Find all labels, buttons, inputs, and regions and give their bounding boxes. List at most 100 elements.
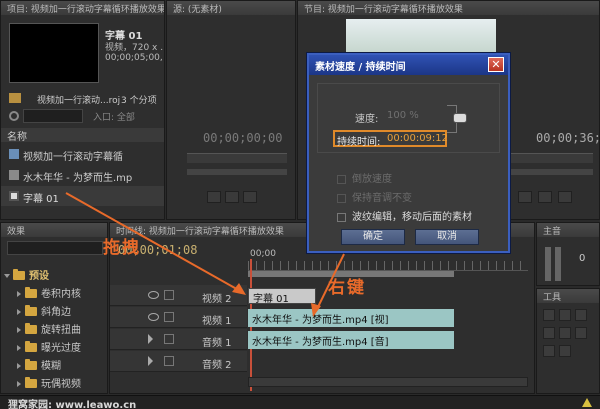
project-panel-tab[interactable]: 项目: 视频加一行滚动字幕循环播放效果 (1, 1, 164, 15)
source-monitor-panel: 源: (无素材) 00;00;00;00 (166, 0, 296, 220)
time-ruler[interactable] (248, 261, 528, 271)
chevron-down-icon[interactable] (4, 274, 10, 278)
track-header-video-2[interactable]: 视频 2 (110, 285, 247, 306)
column-header-name[interactable]: 名称 (1, 128, 164, 143)
lock-icon[interactable] (164, 356, 174, 366)
source-step-button[interactable] (225, 191, 239, 203)
effect-folder[interactable]: 玩偶视频 (17, 375, 81, 390)
eye-icon[interactable] (148, 291, 159, 299)
effect-folder-label: 玩偶视频 (41, 379, 81, 390)
list-item-label: 水木年华 - 为梦而生.mp (23, 173, 133, 184)
slip-tool-icon[interactable] (559, 327, 571, 339)
lock-icon[interactable] (164, 334, 174, 344)
chevron-right-icon[interactable] (17, 291, 21, 297)
folder-icon (25, 359, 37, 370)
speaker-icon[interactable] (148, 356, 158, 366)
program-button[interactable] (518, 191, 532, 203)
pen-tool-icon[interactable] (575, 327, 587, 339)
ok-button[interactable]: 确定 (341, 229, 405, 245)
source-scroll-bar[interactable] (187, 169, 287, 175)
close-icon[interactable]: ✕ (488, 57, 504, 72)
speed-value[interactable]: 100 % (387, 110, 419, 121)
link-icon[interactable] (453, 113, 467, 123)
lock-icon[interactable] (164, 290, 174, 300)
list-item[interactable]: 视频加一行滚动字幕循 (1, 144, 164, 164)
speaker-icon[interactable] (148, 334, 158, 344)
source-timeline-bar[interactable] (187, 153, 287, 163)
program-button[interactable] (538, 191, 552, 203)
effects-panel-tab[interactable]: 效果 (1, 223, 107, 237)
folder-icon (25, 287, 37, 298)
search-icon[interactable] (9, 111, 19, 121)
ripple-edit-tool-icon[interactable] (575, 309, 587, 321)
effect-folder[interactable]: 曝光过度 (17, 339, 81, 354)
clip-label: 水木年华 - 为梦而生.mp4 [视] (252, 315, 389, 326)
hand-tool-icon[interactable] (543, 345, 555, 357)
eye-icon[interactable] (148, 313, 159, 321)
list-item-label: 视频加一行滚动字幕循 (23, 152, 123, 163)
chevron-right-icon[interactable] (17, 327, 21, 333)
warning-icon (582, 398, 592, 407)
source-timecode[interactable]: 00;00;00;00 (203, 131, 282, 145)
track-header-audio-2[interactable]: 音频 2 (110, 351, 247, 372)
timeline-scrollbar[interactable] (248, 377, 528, 387)
effect-folder[interactable]: 模糊 (17, 357, 61, 372)
drag-annotation: 拖拽 (103, 238, 141, 258)
in-point-selector[interactable]: 入口: 全部 (93, 110, 135, 123)
track-select-tool-icon[interactable] (559, 309, 571, 321)
ripple-edit-option[interactable]: 波纹编辑，移动后面的素材 (337, 208, 472, 223)
clip-info-resolution: 视频，720 x ... (105, 43, 165, 53)
folder-icon (25, 377, 37, 388)
cancel-button[interactable]: 取消 (415, 229, 479, 245)
chevron-right-icon[interactable] (17, 363, 21, 369)
ripple-edit-checkbox[interactable] (337, 212, 346, 222)
speed-label: 速度: (355, 114, 379, 125)
project-file-name: 视频加一行滚动...roj (37, 96, 121, 106)
zoom-tool-icon[interactable] (559, 345, 571, 357)
chevron-right-icon[interactable] (17, 345, 21, 351)
program-button[interactable] (558, 191, 572, 203)
program-timecode[interactable]: 00;00;36;19 (536, 131, 599, 145)
effect-folder[interactable]: 斜角边 (17, 303, 71, 318)
effect-folder-label: 旋转扭曲 (41, 325, 81, 336)
audio-meter-tab[interactable]: 主音 (537, 223, 599, 237)
audio-meter-panel: 主音 0 (536, 222, 600, 286)
razor-tool-icon[interactable] (543, 327, 555, 339)
folder-icon (25, 323, 37, 334)
speed-duration-dialog: 素材速度 / 持续时间 ✕ 速度: 100 % 持续时间: 00:00:09:1… (307, 53, 510, 253)
tools-tab[interactable]: 工具 (537, 289, 599, 303)
lock-icon[interactable] (164, 312, 174, 322)
item-count: 3 个分项 (121, 96, 157, 106)
track-name: 视频 2 (202, 294, 232, 305)
preset-folder[interactable]: 预设 (4, 267, 49, 282)
track-header-audio-1[interactable]: 音频 1 (110, 329, 247, 350)
status-bar: 狸窝家园: www.leawo.cn (0, 395, 600, 409)
title-clip[interactable]: 字幕 01 (248, 288, 316, 305)
search-input[interactable] (23, 109, 83, 123)
dialog-titlebar[interactable]: 素材速度 / 持续时间 ✕ (309, 55, 508, 75)
source-play-button[interactable] (207, 191, 221, 203)
source-stop-button[interactable] (243, 191, 257, 203)
list-item-label: 字幕 01 (23, 194, 59, 205)
source-monitor-tab[interactable]: 源: (无素材) (167, 1, 295, 15)
folder-icon (13, 269, 25, 280)
effect-folder[interactable]: 旋转扭曲 (17, 321, 81, 336)
track-name: 音频 2 (202, 360, 232, 371)
track-header-video-1[interactable]: 视频 1 (110, 307, 247, 328)
audio-clip[interactable]: 水木年华 - 为梦而生.mp4 [音] (248, 331, 454, 349)
effects-panel: 效果 预设 卷积内核 斜角边 旋转扭曲 曝光过度 模糊 玩偶视频 (0, 222, 108, 394)
list-item[interactable]: 字幕 01 (1, 186, 164, 206)
chevron-right-icon[interactable] (17, 381, 21, 387)
program-monitor-tab[interactable]: 节目: 视频加一行滚动字幕循环播放效果 (298, 1, 599, 15)
duration-value[interactable]: 00:00:09:12 (387, 133, 448, 144)
option-label: 波纹编辑，移动后面的素材 (352, 212, 472, 223)
option-label: 倒放速度 (352, 174, 392, 185)
effect-folder-label: 斜角边 (41, 307, 71, 318)
selection-tool-icon[interactable] (543, 309, 555, 321)
effects-search-input[interactable] (7, 241, 103, 255)
video-clip[interactable]: 水木年华 - 为梦而生.mp4 [视] (248, 309, 454, 327)
preset-folder-label: 预设 (29, 271, 49, 282)
list-item[interactable]: 水木年华 - 为梦而生.mp (1, 165, 164, 185)
chevron-right-icon[interactable] (17, 309, 21, 315)
effect-folder[interactable]: 卷积内核 (17, 285, 81, 300)
